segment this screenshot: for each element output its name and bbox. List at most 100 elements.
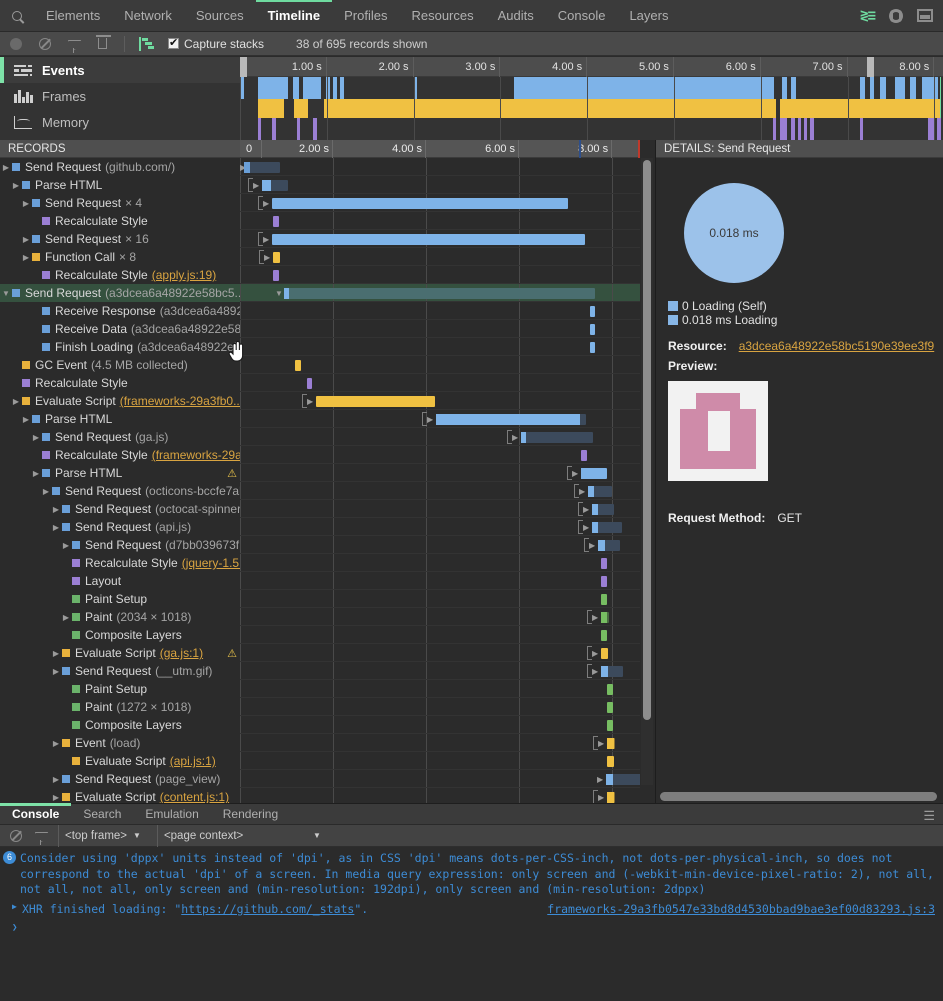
record-label-cell[interactable]: Paint(1272 × 1018) — [0, 700, 240, 714]
gantt-expand-triangle-icon[interactable]: ▶ — [427, 415, 433, 424]
record-expand-triangle-icon[interactable]: ▶ — [50, 739, 62, 748]
tab-timeline[interactable]: Timeline — [256, 0, 333, 31]
record-row[interactable]: Evaluate Script(api.js:1) — [0, 752, 640, 770]
record-label-cell[interactable]: ▶Send Request(ga.js) — [0, 430, 240, 444]
gantt-bar[interactable] — [316, 396, 435, 407]
record-row[interactable]: ▶▶Evaluate Script(content.js:1) — [0, 788, 640, 803]
gantt-bar[interactable] — [601, 612, 609, 623]
tab-network[interactable]: Network — [112, 0, 184, 31]
record-label-cell[interactable]: Recalculate Style(apply.js:19) — [0, 268, 240, 282]
gantt-bar[interactable] — [592, 522, 622, 533]
record-row[interactable]: Composite Layers — [0, 626, 640, 644]
gantt-bar[interactable] — [598, 540, 620, 551]
tab-profiles[interactable]: Profiles — [332, 0, 399, 31]
record-row[interactable]: ▶▶Send Request(ga.js) — [0, 428, 640, 446]
record-label-cell[interactable]: ▶Send Request(octicons-bccfe7abf74... — [0, 484, 240, 498]
overview-ruler[interactable]: 1.00 s2.00 s3.00 s4.00 s5.00 s6.00 s7.00… — [240, 57, 943, 77]
gantt-expand-triangle-icon[interactable]: ▶ — [263, 235, 269, 244]
record-label-cell[interactable]: ▶Evaluate Script(content.js:1) — [0, 790, 240, 803]
record-expand-triangle-icon[interactable]: ▶ — [20, 415, 32, 424]
expand-triangle-icon[interactable]: ▶ — [12, 902, 17, 911]
record-label-cell[interactable]: Layout — [0, 574, 240, 588]
record-circle-icon[interactable] — [8, 36, 23, 51]
record-label-cell[interactable]: ▶Parse HTML — [0, 178, 240, 192]
record-row[interactable]: Recalculate Style(frameworks-29a3fb... — [0, 446, 640, 464]
console-log-link[interactable]: https://github.com/_stats — [181, 902, 354, 916]
trash-icon[interactable] — [95, 36, 110, 51]
glitch-icon[interactable] — [139, 36, 154, 51]
capture-stacks-checkbox[interactable]: Capture stacks — [168, 37, 264, 51]
console-log-message[interactable]: ▶ XHR finished loading: "https://github.… — [0, 900, 943, 918]
record-expand-triangle-icon[interactable]: ▶ — [50, 793, 62, 802]
drawer-tab-search[interactable]: Search — [71, 804, 133, 824]
record-label-cell[interactable]: ▶Parse HTML — [0, 466, 240, 480]
record-label-cell[interactable]: ▶Evaluate Script(ga.js:1) — [0, 646, 240, 660]
filter-funnel-icon[interactable] — [33, 828, 48, 843]
gantt-expand-triangle-icon[interactable]: ▶ — [307, 397, 313, 406]
record-row[interactable]: ▶▶Send Request(__utm.gif) — [0, 662, 640, 680]
gantt-bar[interactable] — [607, 684, 613, 695]
record-expand-triangle-icon[interactable]: ▶ — [20, 199, 32, 208]
gantt-expand-triangle-icon[interactable]: ▶ — [592, 649, 598, 658]
record-label-cell[interactable]: Recalculate Style(jquery-1.5.1.min.js:..… — [0, 556, 240, 570]
gantt-bar[interactable] — [601, 648, 608, 659]
gantt-bar[interactable] — [244, 162, 280, 173]
record-label-cell[interactable]: ▶Send Request× 4 — [0, 196, 240, 210]
filter-funnel-icon[interactable] — [66, 36, 81, 51]
gantt-bar[interactable] — [273, 252, 280, 263]
gantt-expand-triangle-icon[interactable]: ▶ — [512, 433, 518, 442]
scrollbar-thumb[interactable] — [643, 160, 651, 720]
record-row[interactable]: Receive Response(a3dcea6a48922e... — [0, 302, 640, 320]
gantt-bar[interactable] — [606, 774, 640, 785]
record-row[interactable]: ▶▶Send Request(github.com/) — [0, 158, 640, 176]
record-row[interactable]: Paint Setup — [0, 590, 640, 608]
record-row[interactable]: ▶ ▶Send Request× 16 — [0, 230, 640, 248]
gantt-bar[interactable] — [273, 270, 279, 281]
dock-icon[interactable] — [917, 9, 933, 22]
record-row[interactable]: ▶▶Send Request(api.js) — [0, 518, 640, 536]
record-expand-triangle-icon[interactable]: ▶ — [20, 253, 32, 262]
record-expand-triangle-icon[interactable]: ▶ — [10, 397, 22, 406]
gantt-bar[interactable] — [590, 306, 595, 317]
gantt-expand-triangle-icon[interactable]: ▶ — [579, 487, 585, 496]
gantt-bar[interactable] — [272, 234, 585, 245]
gantt-bar[interactable] — [581, 468, 607, 479]
record-label-cell[interactable]: ▶Function Call× 8 — [0, 250, 240, 264]
gantt-expand-triangle-icon[interactable]: ▶ — [583, 523, 589, 532]
record-row[interactable]: ▶▶Send Request(octocat-spinner-32.gif) — [0, 500, 640, 518]
console-warning-message[interactable]: 6 Consider using 'dppx' units instead of… — [0, 847, 943, 900]
record-label-cell[interactable]: ▶Send Request× 16 — [0, 232, 240, 246]
records-ruler[interactable]: 02.00 s4.00 s6.00 s8.00 s — [240, 140, 640, 158]
record-label-cell[interactable]: ▶Send Request(github.com/) — [0, 160, 240, 174]
record-label-cell[interactable]: Composite Layers — [0, 628, 240, 642]
record-row[interactable]: Composite Layers — [0, 716, 640, 734]
record-label-cell[interactable]: Paint Setup — [0, 592, 240, 606]
record-label-cell[interactable]: Paint Setup — [0, 682, 240, 696]
scrollbar-thumb[interactable] — [660, 792, 937, 801]
record-row[interactable]: Recalculate Style(apply.js:19) — [0, 266, 640, 284]
record-row[interactable]: ▶▶Function Call× 8 — [0, 248, 640, 266]
drawer-tab-emulation[interactable]: Emulation — [133, 804, 210, 824]
gantt-expand-triangle-icon[interactable]: ▶ — [592, 613, 598, 622]
gantt-expand-triangle-icon[interactable]: ▶ — [597, 775, 603, 784]
console-output[interactable]: 6 Consider using 'dppx' units instead of… — [0, 847, 943, 1001]
record-expand-triangle-icon[interactable]: ▶ — [50, 775, 62, 784]
record-row[interactable]: Layout — [0, 572, 640, 590]
gantt-bar[interactable] — [607, 756, 614, 767]
record-expand-triangle-icon[interactable]: ▼ — [0, 289, 12, 298]
gantt-bar[interactable] — [436, 414, 586, 425]
gantt-bar[interactable] — [581, 450, 587, 461]
record-expand-triangle-icon[interactable]: ▶ — [40, 487, 52, 496]
record-expand-triangle-icon[interactable]: ▶ — [10, 181, 22, 190]
record-expand-triangle-icon[interactable]: ▶ — [30, 433, 42, 442]
record-row[interactable]: ▶ ▶Send Request(d7bb039673f19347834... — [0, 536, 640, 554]
record-label-cell[interactable]: ▶Send Request(d7bb039673f19347834... — [0, 538, 240, 552]
record-row[interactable]: GC Event(4.5 MB collected) — [0, 356, 640, 374]
gantt-bar[interactable] — [601, 594, 607, 605]
record-row[interactable]: ▶▶Send Request(page_view) — [0, 770, 640, 788]
gantt-bar[interactable] — [588, 486, 612, 497]
overview-window-right-handle[interactable] — [867, 57, 874, 77]
gantt-expand-triangle-icon[interactable]: ▶ — [589, 541, 595, 550]
record-source-link[interactable]: (jquery-1.5.1.min.js:... — [182, 556, 240, 570]
record-label-cell[interactable]: ▶Paint(2034 × 1018) — [0, 610, 240, 624]
